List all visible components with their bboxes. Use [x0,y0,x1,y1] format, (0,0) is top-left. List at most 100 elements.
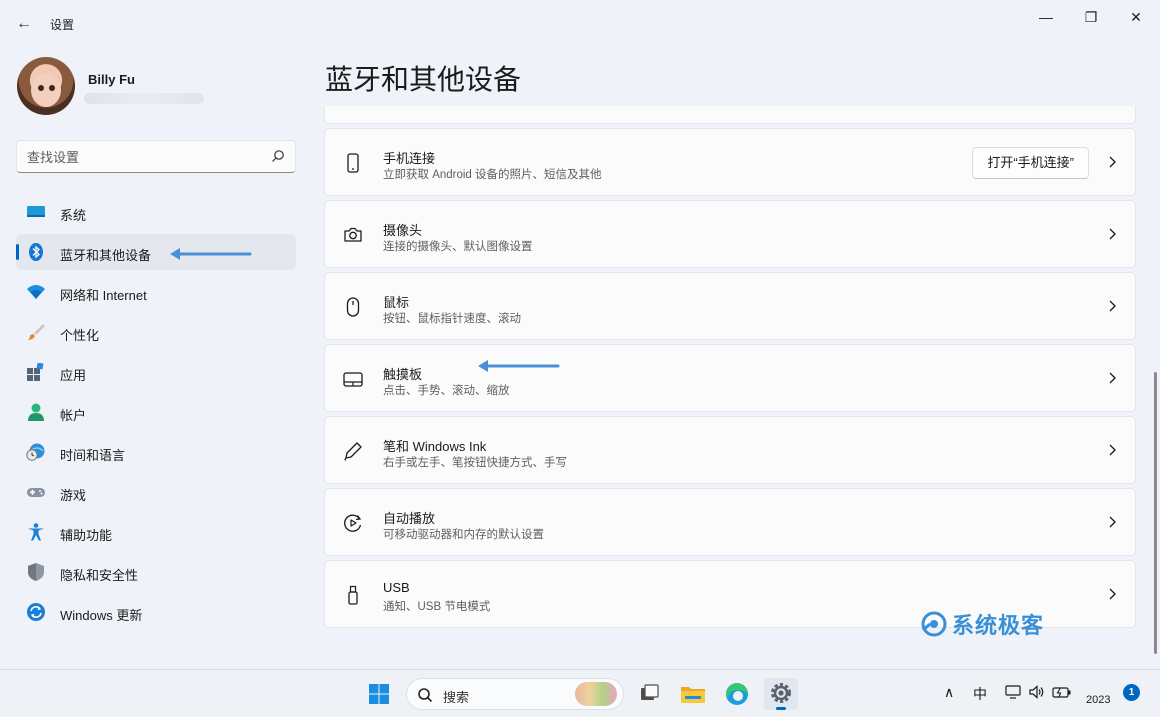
sidebar-item-label: 网络和 Internet [60,288,147,303]
card-description: 右手或左手、笔按钮快捷方式、手写 [383,457,567,469]
taskbar: 搜索 ∧ 中 2023 [0,669,1160,717]
user-name: Billy Fu [88,72,135,87]
watermark-text: 系统极客 [952,614,1045,639]
gamepad-icon [27,488,45,497]
task-view-icon [641,684,659,700]
edge-browser-icon [726,683,748,705]
chevron-right-icon[interactable] [1107,587,1117,601]
user-email-redacted [84,93,204,104]
chevron-right-icon[interactable] [1107,443,1117,457]
notification-badge[interactable]: 1 [1123,684,1140,701]
card-mouse[interactable]: 鼠标 按钮、鼠标指针速度、滚动 [324,272,1136,340]
taskbar-edge[interactable] [720,678,754,710]
avatar[interactable] [17,57,75,115]
taskbar-task-view[interactable] [632,678,666,710]
close-button[interactable]: ✕ [1114,4,1158,30]
chevron-right-icon[interactable] [1107,371,1117,385]
sidebar-item-apps[interactable]: 应用 [16,354,296,390]
open-phone-link-button[interactable]: 打开“手机连接” [972,147,1089,179]
taskbar-search-label: 搜索 [443,690,470,705]
chevron-right-icon[interactable] [1107,299,1117,313]
start-button[interactable] [362,678,396,710]
sidebar-item-gaming[interactable]: 游戏 [16,474,296,510]
chevron-right-icon[interactable] [1107,155,1117,169]
chevron-right-icon[interactable] [1107,515,1117,529]
sidebar-item-network[interactable]: 网络和 Internet [16,274,296,310]
sidebar-item-label: 个性化 [60,328,100,343]
card-description: 点击、手势、滚动、缩放 [383,385,510,397]
sidebar-item-label: 游戏 [60,488,87,503]
watermark-logo-icon [921,611,947,637]
autoplay-icon [344,514,362,532]
sidebar-item-accessibility[interactable]: 辅助功能 [16,514,296,550]
maximize-button[interactable]: ❐ [1069,4,1113,30]
sidebar-item-label: 系统 [60,208,87,223]
volume-icon[interactable] [1028,683,1046,701]
sidebar-item-system[interactable]: 系统 [16,194,296,230]
sidebar-nav: 系统 蓝牙和其他设备 网络和 Internet 个性化 应用 帐户 时间和语言 … [16,194,296,634]
card-title: 自动播放 [383,511,436,526]
back-button[interactable]: ← [12,12,36,36]
taskbar-search[interactable]: 搜索 [406,678,624,710]
shield-icon [28,563,44,581]
monitor-icon [27,206,45,217]
network-icon[interactable] [1004,683,1022,701]
sidebar-item-label: Windows 更新 [60,608,143,623]
show-hidden-icons-button[interactable]: ∧ [944,684,954,701]
card-description: 通知、USB 节电模式 [383,601,491,613]
app-title: 设置 [50,18,75,32]
card-description: 立即获取 Android 设备的照片、短信及其他 [383,169,602,181]
card-description: 可移动驱动器和内存的默认设置 [383,529,544,541]
avatar-eye [49,85,55,91]
sidebar-item-label: 应用 [60,368,87,383]
wifi-icon [27,285,45,299]
card-title: 触摸板 [383,367,423,382]
card-phone-link[interactable]: 手机连接 立即获取 Android 设备的照片、短信及其他 打开“手机连接” [324,128,1136,196]
card-autoplay[interactable]: 自动播放 可移动驱动器和内存的默认设置 [324,488,1136,556]
card-pen-ink[interactable]: 笔和 Windows Ink 右手或左手、笔按钮快捷方式、手写 [324,416,1136,484]
card-title: USB [383,580,410,595]
search-highlight-image [575,682,617,706]
page-title: 蓝牙和其他设备 [325,64,522,95]
minimize-button[interactable]: — [1024,4,1068,30]
search-input[interactable] [27,147,267,167]
bluetooth-icon [29,243,43,261]
sidebar-item-label: 辅助功能 [60,528,113,543]
update-icon [27,603,45,621]
active-app-indicator [776,707,786,710]
input-method-indicator[interactable]: 中 [973,684,987,704]
search-icon [418,688,433,703]
card-description: 连接的摄像头、默认图像设置 [383,241,533,253]
sidebar-item-windows-update[interactable]: Windows 更新 [16,594,296,630]
camera-icon [344,227,362,242]
clock-year[interactable]: 2023 [1086,694,1110,706]
taskbar-settings[interactable] [764,678,798,710]
settings-search-box[interactable] [16,140,296,173]
annotation-arrow [170,248,252,260]
sidebar-item-personalization[interactable]: 个性化 [16,314,296,350]
chevron-right-icon[interactable] [1107,227,1117,241]
sidebar-item-bluetooth[interactable]: 蓝牙和其他设备 [16,234,296,270]
title-bar: ← 设置 — ❐ ✕ [0,0,1160,48]
pen-icon [344,442,362,461]
sidebar-item-label: 隐私和安全性 [60,568,139,583]
sidebar-item-accounts[interactable]: 帐户 [16,394,296,430]
watermark: 系统极客 [920,608,1044,640]
globe-clock-icon [26,443,45,461]
sidebar-item-label: 时间和语言 [60,448,126,463]
mouse-icon [346,297,360,317]
active-indicator [16,244,19,260]
vertical-scrollbar[interactable] [1154,372,1157,654]
sidebar-item-privacy[interactable]: 隐私和安全性 [16,554,296,590]
windows-logo-icon [369,684,389,704]
card-touchpad[interactable]: 触摸板 点击、手势、滚动、缩放 [324,344,1136,412]
sidebar-item-time-language[interactable]: 时间和语言 [16,434,296,470]
battery-icon[interactable] [1052,683,1072,701]
card-camera[interactable]: 摄像头 连接的摄像头、默认图像设置 [324,200,1136,268]
taskbar-file-explorer[interactable] [676,678,710,710]
search-icon[interactable] [271,149,285,163]
paintbrush-icon [28,324,45,340]
apps-icon [27,363,44,381]
phone-icon [347,153,359,173]
accessibility-icon [28,523,44,541]
